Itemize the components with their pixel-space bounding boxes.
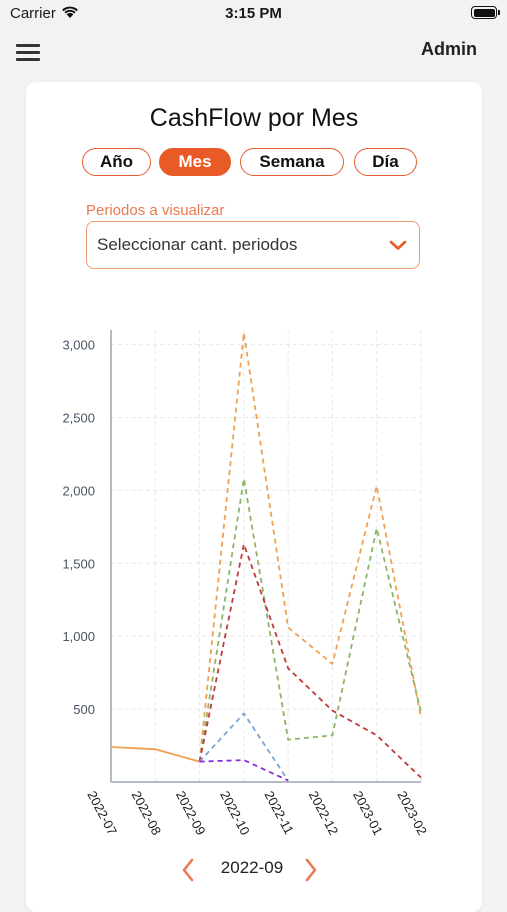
hamburger-menu-icon[interactable]	[16, 42, 40, 62]
tab-year[interactable]: Año	[82, 148, 151, 176]
y-tick-label: 2,500	[62, 410, 95, 425]
status-bar: Carrier 3:15 PM	[0, 0, 507, 30]
clock: 3:15 PM	[225, 5, 282, 22]
y-tick-label: 3,000	[62, 338, 95, 353]
page-title: CashFlow por Mes	[149, 104, 359, 132]
periods-label: Periodos a visualizar	[86, 202, 225, 219]
battery-icon	[471, 6, 500, 19]
tab-day[interactable]: Día	[354, 148, 417, 176]
x-tick-label: 2022-07	[84, 788, 120, 837]
chevron-down-icon	[389, 238, 407, 256]
series-line-3	[198, 477, 422, 762]
x-tick-label: 2022-08	[129, 788, 165, 837]
user-name: Admin	[421, 39, 477, 59]
cashflow-line-chart: 5001,0001,5002,0002,5003,0002022-07 2022-…	[62, 330, 430, 838]
y-tick-label: 1,500	[62, 556, 95, 571]
tab-month[interactable]: Mes	[159, 148, 231, 176]
y-tick-label: 2,000	[62, 483, 95, 498]
x-tick-label: 2023-01	[350, 788, 386, 837]
series-line-4	[198, 543, 422, 779]
x-tick-label: 2022-11	[261, 788, 296, 836]
x-tick-label: 2023-02	[394, 788, 430, 837]
x-tick-label: 2022-10	[217, 788, 253, 837]
tab-week[interactable]: Semana	[240, 148, 344, 176]
series-line-6	[199, 759, 289, 782]
y-tick-label: 1,000	[62, 629, 95, 644]
periods-select-value: Seleccionar cant. periodos	[97, 235, 298, 254]
periods-select[interactable]: Seleccionar cant. periodos	[86, 221, 420, 269]
nav-bar: Admin	[0, 30, 507, 74]
x-tick-label: 2022-12	[306, 788, 342, 837]
y-tick-label: 500	[73, 702, 95, 717]
current-period-label: 2022-09	[220, 858, 284, 877]
previous-period-icon[interactable]	[180, 857, 196, 888]
next-period-icon[interactable]	[303, 857, 319, 888]
x-tick-label: 2022-09	[173, 788, 209, 837]
